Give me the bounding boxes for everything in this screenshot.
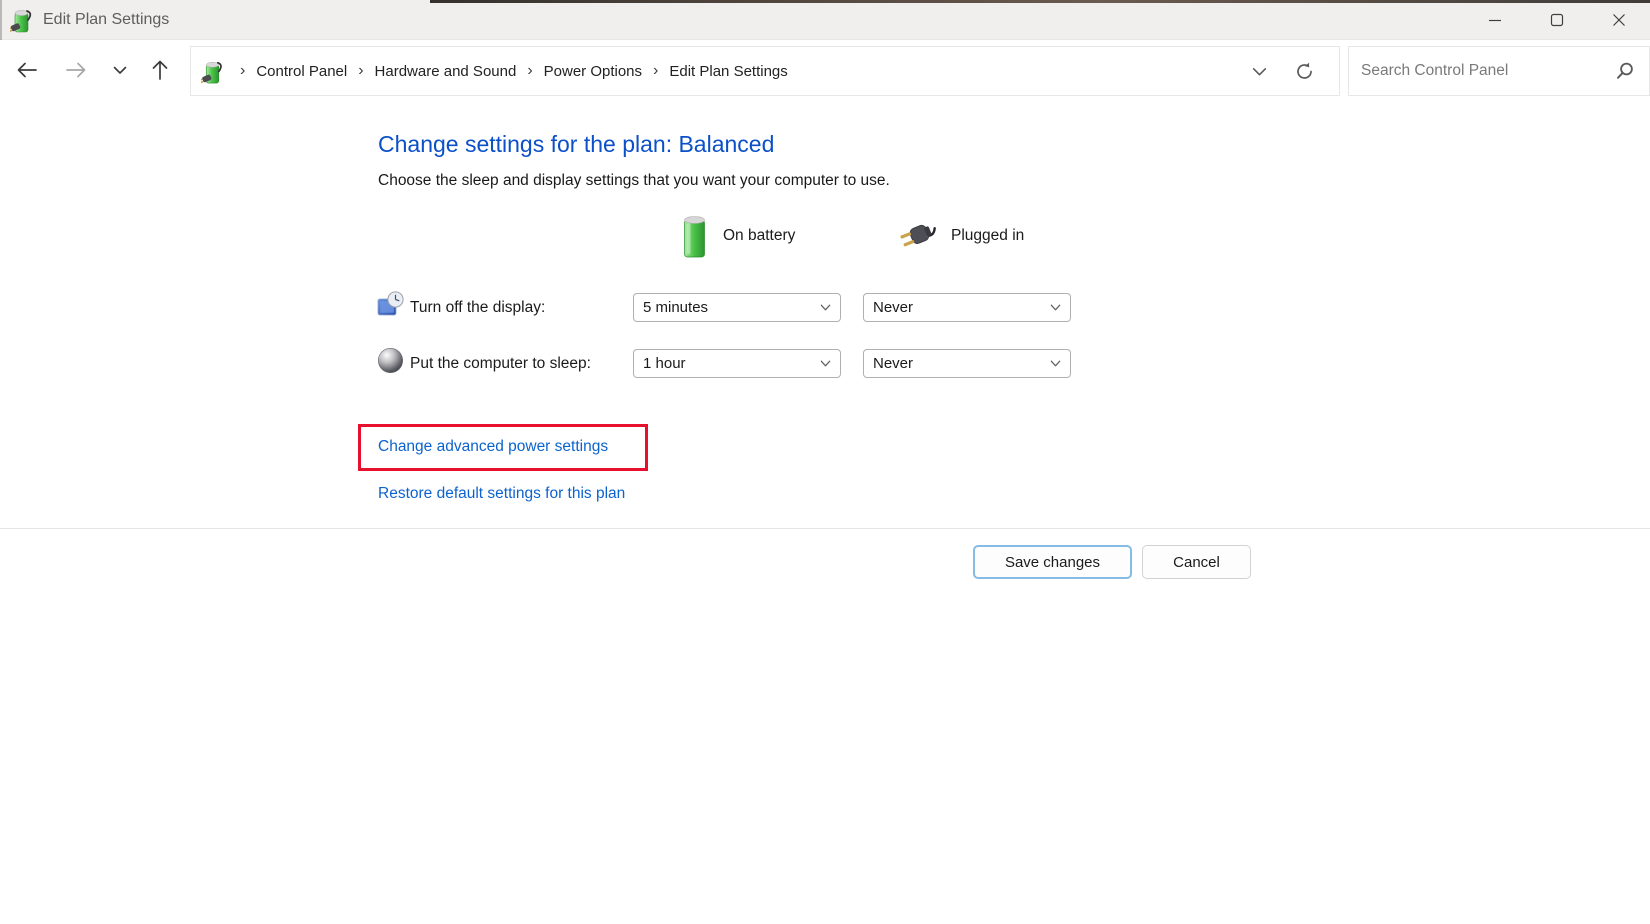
sleep-moon-icon	[378, 348, 403, 373]
select-value: 1 hour	[643, 355, 686, 372]
up-icon	[152, 60, 168, 80]
breadcrumb: › Control Panel › Hardware and Sound › P…	[190, 46, 1340, 96]
up-button[interactable]	[143, 55, 177, 85]
change-advanced-power-settings-link[interactable]: Change advanced power settings	[378, 438, 608, 456]
select-display-plugged-in[interactable]: Never	[863, 293, 1071, 322]
recent-pages-chevron-icon	[113, 66, 127, 74]
chevron-down-icon	[820, 304, 831, 311]
select-value: 5 minutes	[643, 299, 709, 316]
select-value: Never	[873, 299, 914, 316]
breadcrumb-chevron-icon: ›	[240, 62, 246, 79]
plug-icon	[900, 224, 936, 247]
select-sleep-on-battery[interactable]: 1 hour	[633, 349, 841, 378]
search-input[interactable]	[1349, 62, 1615, 80]
address-dropdown-chevron-icon[interactable]	[1251, 63, 1268, 80]
breadcrumb-chevron-icon: ›	[358, 62, 364, 79]
display-clock-icon	[377, 291, 404, 316]
chevron-down-icon	[1050, 304, 1061, 311]
select-value: Never	[873, 355, 914, 372]
minimize-button[interactable]	[1464, 0, 1526, 39]
breadcrumb-item-power-options[interactable]: Power Options	[544, 63, 642, 80]
window-controls	[1464, 0, 1650, 39]
close-icon	[1613, 13, 1625, 26]
save-changes-button[interactable]: Save changes	[973, 545, 1132, 579]
content-divider	[0, 528, 1650, 529]
forward-button[interactable]	[59, 55, 93, 85]
select-display-on-battery[interactable]: 5 minutes	[633, 293, 841, 322]
window-border	[0, 0, 2, 40]
power-plan-icon	[10, 9, 32, 33]
maximize-icon	[1550, 13, 1564, 26]
breadcrumb-item-control-panel[interactable]: Control Panel	[256, 63, 347, 80]
restore-default-settings-link[interactable]: Restore default settings for this plan	[378, 485, 625, 503]
chevron-down-icon	[820, 360, 831, 367]
minimize-icon	[1489, 19, 1501, 21]
row-label-sleep: Put the computer to sleep:	[410, 355, 591, 372]
refresh-icon[interactable]	[1294, 61, 1315, 82]
recent-pages-button[interactable]	[103, 55, 137, 85]
breadcrumb-chevron-icon: ›	[653, 62, 659, 79]
column-header-plugged-in: Plugged in	[951, 227, 1025, 244]
forward-icon	[66, 62, 86, 78]
page-subtitle: Choose the sleep and display settings th…	[378, 172, 890, 189]
background-window-edge	[430, 0, 1650, 3]
maximize-button[interactable]	[1526, 0, 1588, 39]
search-box	[1348, 46, 1650, 96]
window-title: Edit Plan Settings	[43, 10, 170, 28]
cancel-button[interactable]: Cancel	[1142, 545, 1251, 579]
search-icon	[1617, 62, 1633, 79]
column-header-on-battery: On battery	[723, 227, 796, 244]
breadcrumb-chevron-icon: ›	[527, 62, 533, 79]
page-title: Change settings for the plan: Balanced	[378, 131, 775, 157]
battery-icon	[684, 216, 705, 258]
breadcrumb-item-edit-plan-settings[interactable]: Edit Plan Settings	[669, 63, 787, 80]
navigation-bar: › Control Panel › Hardware and Sound › P…	[0, 41, 1650, 99]
back-icon	[17, 62, 37, 78]
edit-plan-settings-window: Edit Plan Settings › Control Panel › Har…	[0, 0, 1650, 924]
back-button[interactable]	[10, 55, 44, 85]
titlebar: Edit Plan Settings	[0, 0, 1650, 40]
select-sleep-plugged-in[interactable]: Never	[863, 349, 1071, 378]
power-plan-icon[interactable]	[201, 58, 225, 85]
row-label-turn-off-display: Turn off the display:	[410, 299, 546, 316]
chevron-down-icon	[1050, 360, 1061, 367]
breadcrumb-item-hardware-and-sound[interactable]: Hardware and Sound	[375, 63, 517, 80]
close-button[interactable]	[1588, 0, 1650, 39]
